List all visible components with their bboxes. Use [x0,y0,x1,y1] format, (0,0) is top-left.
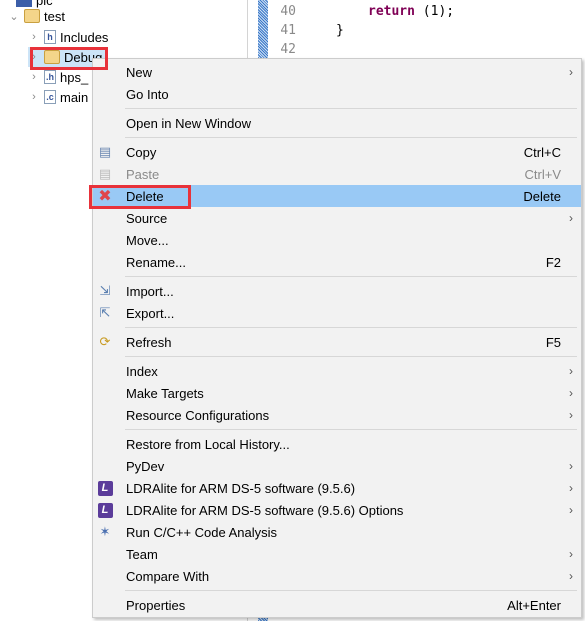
menu-item-run-c-c-code-analysis[interactable]: ✶ Run C/C++ Code Analysis [93,521,581,543]
paste-icon: ▤ [98,166,112,181]
menu-item-label: Make Targets [126,385,204,401]
ldra-icon: L [97,502,113,518]
menu-item-index[interactable]: Index › [93,360,581,382]
submenu-arrow-icon: › [569,211,573,225]
menu-item-label: New [126,64,153,80]
chevron-down-icon[interactable]: ⌄ [8,10,20,23]
menu-item-label: LDRAlite for ARM DS-5 software (9.5.6) [126,480,356,496]
menu-separator [93,353,581,360]
menu-item-restore-from-local-history[interactable]: Restore from Local History... [93,433,581,455]
menu-item-label: Restore from Local History... [126,436,290,452]
ldra-icon: L [97,480,113,496]
menu-item-label: Open in New Window [126,115,251,131]
chevron-right-icon[interactable]: › [28,31,40,43]
project-folder-icon [24,9,40,23]
menu-item-label: Copy [126,144,157,160]
code-line-40: return (1); [368,4,455,19]
menu-item-label: Export... [126,305,175,321]
menu-item-label: LDRAlite for ARM DS-5 software (9.5.6) O… [126,502,404,518]
keyword: return [368,4,415,19]
menu-item-paste[interactable]: ▤ Paste Ctrl+V [93,163,581,185]
annotation-box-debug [30,47,108,70]
menu-item-label: Run C/C++ Code Analysis [126,524,278,540]
menu-item-shortcut: Ctrl+C [523,144,561,160]
chevron-right-icon[interactable]: › [28,91,40,103]
menu-item-go-into[interactable]: Go Into [93,83,581,105]
submenu-arrow-icon: › [569,569,573,583]
tree-item-main[interactable]: › .c main [28,87,88,107]
menu-item-label: PyDev [126,458,165,474]
menu-item-properties[interactable]: Properties Alt+Enter [93,594,581,616]
line-number: 41 [280,23,296,38]
menu-item-new[interactable]: New › [93,61,581,83]
menu-separator [93,324,581,331]
menu-item-label: Index [126,363,158,379]
menu-item-team[interactable]: Team › [93,543,581,565]
menu-item-ldralite-for-arm-ds-5-software-9-5-6[interactable]: L LDRAlite for ARM DS-5 software (9.5.6) › [93,477,581,499]
tree-item-includes[interactable]: › h Includes [28,27,108,47]
menu-item-shortcut: F2 [545,254,561,270]
submenu-arrow-icon: › [569,481,573,495]
menu-item-export[interactable]: ⇱ Export... [93,302,581,324]
menu-item-refresh[interactable]: ⟳ Refresh F5 [93,331,581,353]
menu-item-label: Properties [126,597,186,613]
submenu-arrow-icon: › [569,364,573,378]
annotation-box-delete [89,185,191,209]
menu-item-label: Resource Configurations [126,407,270,423]
menu-item-label: Team [126,546,158,562]
menu-separator [93,426,581,433]
menu-item-copy[interactable]: ▤ Copy Ctrl+C [93,141,581,163]
line-number: 42 [280,42,296,57]
menu-item-label: Paste [126,166,160,182]
submenu-arrow-icon: › [569,459,573,473]
menu-separator [93,134,581,141]
menu-item-label: Compare With [126,568,210,584]
menu-item-compare-with[interactable]: Compare With › [93,565,581,587]
menu-item-label: Go Into [126,86,169,102]
line-number: 40 [280,4,296,19]
code-analysis-icon: ✶ [99,524,111,539]
tree-item-hps[interactable]: › .h hps_ [28,67,88,87]
copy-icon: ▤ [98,144,112,159]
menu-separator [93,105,581,112]
import-icon: ⇲ [99,283,111,298]
menu-item-shortcut: Ctrl+V [524,166,561,182]
submenu-arrow-icon: › [569,408,573,422]
context-menu: New › Go Into Open in New Window ▤ Copy Ctrl+C… [92,58,582,618]
menu-item-label: Rename... [126,254,186,270]
menu-item-label: Import... [126,283,174,299]
menu-item-shortcut: Delete [523,188,561,204]
menu-item-source[interactable]: Source › [93,207,581,229]
menu-item-open-in-new-window[interactable]: Open in New Window [93,112,581,134]
menu-item-pydev[interactable]: PyDev › [93,455,581,477]
menu-item-move[interactable]: Move... [93,229,581,251]
menu-item-label: Refresh [126,334,172,350]
menu-item-resource-configurations[interactable]: Resource Configurations › [93,404,581,426]
tree-item-test[interactable]: ⌄ test [8,6,65,26]
menu-item-shortcut: Alt+Enter [507,597,561,613]
refresh-icon: ⟳ [99,334,111,349]
submenu-arrow-icon: › [569,65,573,79]
menu-separator [93,587,581,594]
menu-item-make-targets[interactable]: Make Targets › [93,382,581,404]
submenu-arrow-icon: › [569,386,573,400]
menu-item-import[interactable]: ⇲ Import... [93,280,581,302]
code-line-41: } [336,23,344,38]
export-icon: ⇱ [99,305,111,320]
menu-item-ldralite-for-arm-ds-5-software-9-5-6-options[interactable]: L LDRAlite for ARM DS-5 software (9.5.6) … [93,499,581,521]
menu-item-rename[interactable]: Rename... F2 [93,251,581,273]
submenu-arrow-icon: › [569,547,573,561]
header-file-icon: .h [44,70,56,84]
menu-item-label: Move... [126,232,169,248]
menu-separator [93,273,581,280]
submenu-arrow-icon: › [569,503,573,517]
menu-item-shortcut: F5 [545,334,561,350]
chevron-right-icon[interactable]: › [28,71,40,83]
c-file-icon: .c [44,90,56,104]
menu-item-label: Source [126,210,168,226]
includes-icon: h [44,30,56,44]
